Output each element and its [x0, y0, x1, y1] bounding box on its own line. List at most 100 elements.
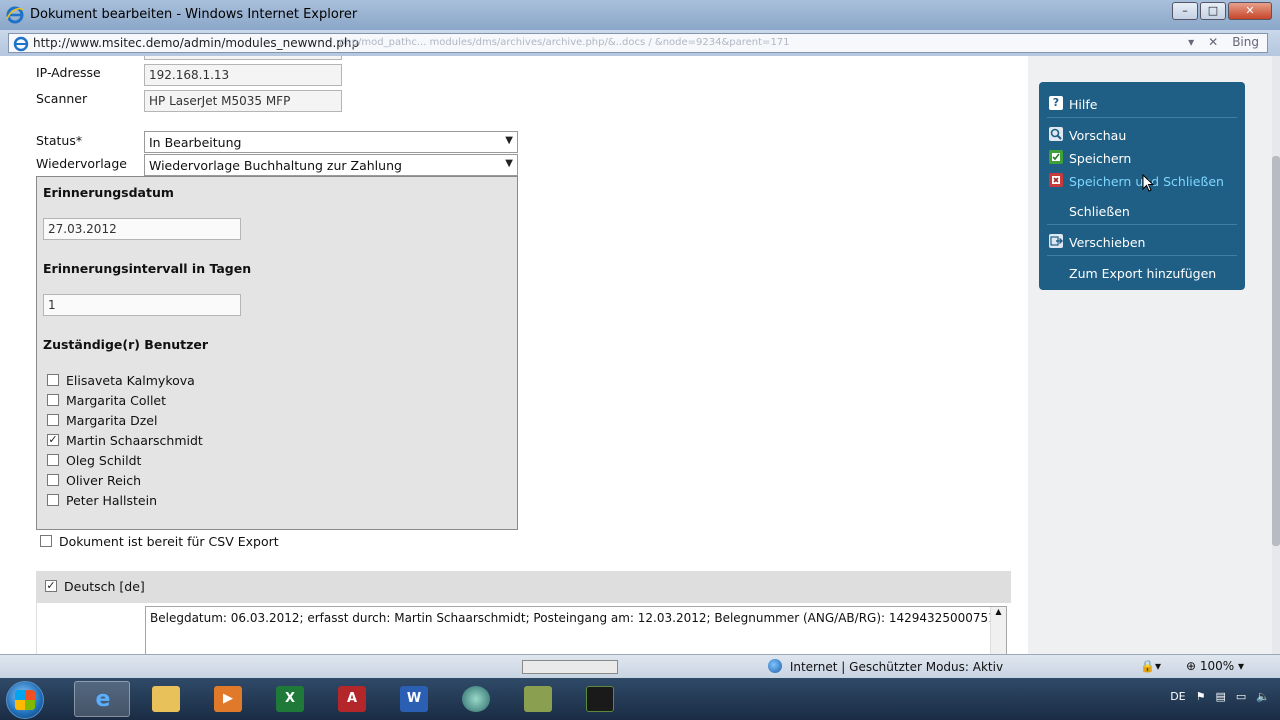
taskbar-app-green[interactable] — [510, 681, 566, 717]
chevron-down-icon: ▼ — [505, 135, 513, 146]
globe-icon — [768, 659, 782, 673]
page-content: IP-Adresse 192.168.1.13 Scanner HP Laser… — [0, 56, 1272, 654]
dropdown-arrow-icon[interactable]: ▾ — [1188, 35, 1194, 49]
scanner-field[interactable]: HP LaserJet M5035 MFP — [144, 90, 342, 112]
zoom-text: 100% — [1199, 659, 1235, 673]
responsible-users-heading: Zuständige(r) Benutzer — [43, 337, 209, 352]
user-checkbox[interactable] — [47, 454, 59, 466]
status-bar: Internet | Geschützter Modus: Aktiv 🔒▾ ⊕… — [0, 654, 1280, 678]
user-checkbox[interactable] — [47, 394, 59, 406]
user-checkbox[interactable] — [47, 474, 59, 486]
language-checkbox-checked[interactable]: ✓ — [45, 580, 57, 592]
help-button[interactable]: ? Hilfe — [1047, 92, 1237, 116]
close-dialog-button[interactable]: Schließen — [1047, 199, 1237, 223]
user-checkbox[interactable] — [47, 414, 59, 426]
status-label: Status* — [36, 133, 83, 148]
status-select[interactable]: In Bearbeitung ▼ — [144, 131, 518, 153]
description-text: Belegdatum: 06.03.2012; erfasst durch: M… — [150, 611, 996, 625]
zoom-icon: ⊕ — [1186, 659, 1197, 673]
background-url-text: php/mod_pathc... modules/dms/archives/ar… — [339, 37, 790, 48]
user-label: Oleg Schildt — [66, 453, 142, 468]
csv-export-checkbox[interactable] — [40, 535, 52, 547]
language-label: Deutsch [de] — [64, 579, 145, 594]
window-titlebar: Dokument bearbeiten - Windows Internet E… — [0, 0, 1280, 30]
taskbar-app-round[interactable] — [448, 681, 504, 717]
taskbar-explorer[interactable] — [138, 681, 194, 717]
reminder-date-field[interactable]: 27.03.2012 — [43, 218, 241, 240]
taskbar-excel[interactable]: X — [262, 681, 318, 717]
textarea-scrollbar[interactable]: ▲ — [990, 607, 1006, 654]
start-button[interactable] — [6, 681, 44, 719]
user-checkbox[interactable] — [47, 494, 59, 506]
url-field[interactable]: http://www.msitec.demo/admin/modules_new… — [8, 33, 1268, 53]
reminder-interval-field[interactable]: 1 — [43, 294, 241, 316]
address-bar: http://www.msitec.demo/admin/modules_new… — [0, 30, 1280, 56]
close-button[interactable]: ✕ — [1228, 2, 1272, 20]
save-button[interactable]: Speichern — [1047, 146, 1237, 170]
windows-taskbar: e ▶ X A W DE ⚑ ▤ ▭ 🔈 — [0, 678, 1280, 720]
internet-explorer-icon — [6, 6, 24, 24]
page-favicon-icon — [13, 36, 29, 52]
previous-field[interactable] — [144, 56, 342, 60]
magnifier-icon — [1049, 127, 1063, 141]
user-checkbox-checked[interactable]: ✓ — [47, 434, 59, 446]
access-icon: A — [338, 686, 366, 712]
user-label: Elisaveta Kalmykova — [66, 373, 195, 388]
add-to-export-button[interactable]: Zum Export hinzufügen — [1047, 261, 1237, 285]
taskbar-access[interactable]: A — [324, 681, 380, 717]
flag-icon[interactable]: ⚑ — [1196, 690, 1206, 703]
user-label: Martin Schaarschmidt — [66, 433, 203, 448]
reminder-panel: Erinnerungsdatum 27.03.2012 Erinnerungsi… — [36, 176, 518, 530]
zoom-control[interactable]: ⊕ 100% ▾ — [1186, 659, 1244, 673]
taskbar-media-player[interactable]: ▶ — [200, 681, 256, 717]
move-button[interactable]: Verschieben — [1047, 230, 1237, 254]
network-icon[interactable]: ▤ — [1215, 690, 1225, 703]
app-icon — [462, 686, 490, 712]
input-language[interactable]: DE — [1170, 690, 1185, 703]
stop-icon[interactable]: ✕ — [1208, 35, 1218, 49]
wiedervorlage-selected: Wiedervorlage Buchhaltung zur Zahlung — [149, 158, 402, 173]
reminder-date-heading: Erinnerungsdatum — [43, 185, 174, 200]
csv-export-label: Dokument ist bereit für CSV Export — [59, 534, 279, 549]
save-close-icon — [1049, 173, 1063, 187]
volume-icon[interactable]: 🔈 — [1256, 690, 1270, 703]
internet-explorer-icon: e — [95, 687, 111, 712]
wiedervorlage-label: Wiedervorlage — [36, 156, 127, 171]
protected-mode-icon[interactable]: 🔒▾ — [1140, 659, 1161, 673]
app-icon — [524, 686, 552, 712]
user-label: Margarita Dzel — [66, 413, 158, 428]
language-bar: ✓ Deutsch [de] — [36, 571, 1011, 603]
chevron-down-icon: ▾ — [1238, 659, 1245, 673]
ip-field[interactable]: 192.168.1.13 — [144, 64, 342, 86]
save-icon — [1049, 150, 1063, 164]
word-icon: W — [400, 686, 428, 712]
url-text: http://www.msitec.demo/admin/modules_new… — [33, 36, 360, 50]
scanner-label: Scanner — [36, 91, 88, 106]
reminder-interval-heading: Erinnerungsintervall in Tagen — [43, 261, 252, 276]
user-label: Margarita Collet — [66, 393, 167, 408]
scrollbar-thumb[interactable] — [1272, 156, 1280, 546]
windows-logo-icon — [15, 690, 35, 710]
media-player-icon: ▶ — [214, 686, 242, 712]
description-textarea[interactable]: Belegdatum: 06.03.2012; erfasst durch: M… — [145, 606, 1007, 654]
excel-icon: X — [276, 686, 304, 712]
system-tray: DE ⚑ ▤ ▭ 🔈 — [1170, 690, 1270, 703]
security-zone[interactable]: Internet | Geschützter Modus: Aktiv — [768, 659, 1003, 674]
user-label: Peter Hallstein — [66, 493, 157, 508]
user-checkbox[interactable] — [47, 374, 59, 386]
mouse-cursor-icon — [1142, 174, 1154, 192]
taskbar-internet-explorer[interactable]: e — [74, 681, 130, 717]
preview-button[interactable]: Vorschau — [1047, 123, 1237, 147]
wiedervorlage-select[interactable]: Wiedervorlage Buchhaltung zur Zahlung ▼ — [144, 154, 518, 176]
display-icon[interactable]: ▭ — [1236, 690, 1246, 703]
minimize-button[interactable]: – — [1172, 2, 1198, 20]
taskbar-word[interactable]: W — [386, 681, 442, 717]
maximize-button[interactable]: □ — [1200, 2, 1226, 20]
ip-label: IP-Adresse — [36, 65, 101, 80]
status-selected: In Bearbeitung — [149, 135, 242, 150]
taskbar-app-camera[interactable] — [572, 681, 628, 717]
page-scrollbar[interactable] — [1272, 56, 1280, 654]
search-box[interactable]: Bing — [1232, 35, 1259, 49]
move-icon — [1049, 234, 1063, 248]
window-title: Dokument bearbeiten - Windows Internet E… — [30, 7, 358, 22]
